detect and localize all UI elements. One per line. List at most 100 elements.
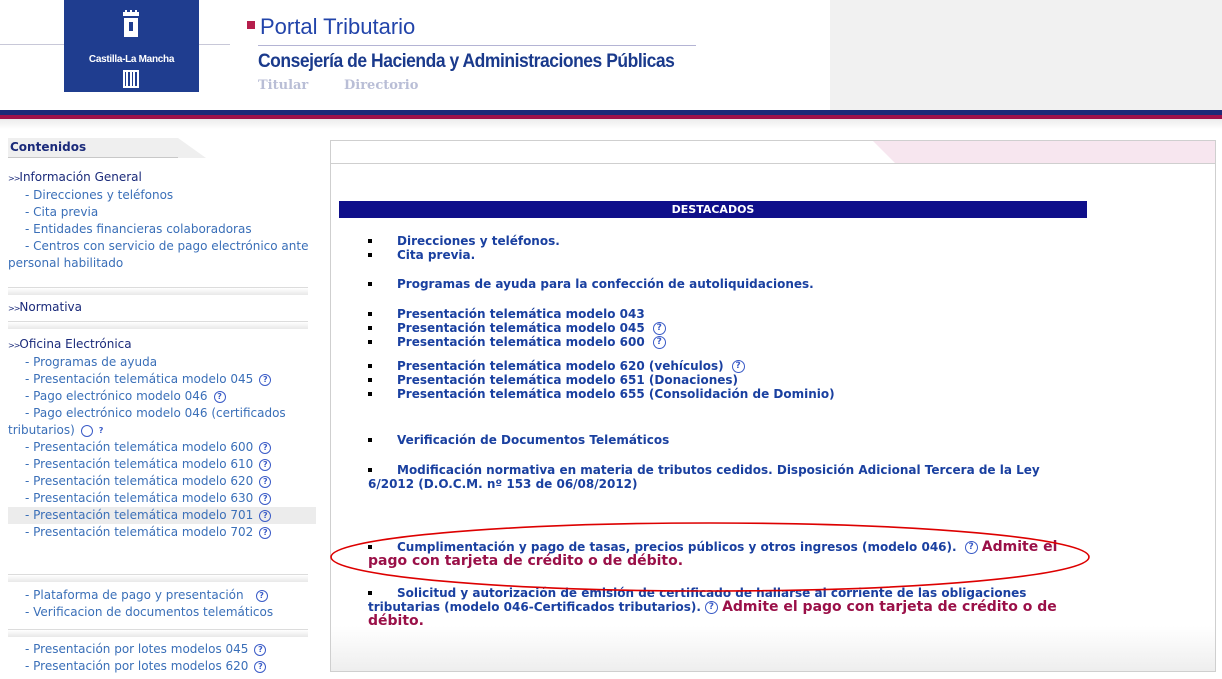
help-icon[interactable]: ? [652, 336, 666, 349]
sidebar-item-programas-ayuda[interactable]: - Programas de ayuda [8, 354, 316, 371]
main-panel-tab [873, 141, 1215, 163]
help-icon[interactable]: ? [259, 458, 272, 471]
portal-title-block: Portal Tributario [247, 14, 415, 40]
sidebar-item-cita-previa[interactable]: - Cita previa [8, 204, 316, 221]
link-modificacion-normativa[interactable]: Modificación normativa en materia de tri… [351, 463, 1088, 491]
help-icon[interactable]: ? [259, 373, 272, 386]
bullet [368, 468, 372, 472]
double-chevron-icon: >> [8, 304, 20, 313]
destacados-header: DESTACADOS [339, 201, 1087, 218]
sidebar-separator [8, 629, 308, 637]
link-direcciones[interactable]: Direcciones y teléfonos. [397, 234, 560, 248]
double-chevron-icon: >> [8, 174, 20, 183]
help-icon[interactable]: ? [704, 601, 718, 614]
main-panel-tab-line [331, 163, 1215, 164]
link-modelo-620[interactable]: Presentación telemática modelo 620 (vehí… [397, 359, 724, 373]
bullet [368, 253, 372, 257]
portal-title[interactable]: Portal Tributario [260, 14, 415, 39]
bullet [368, 364, 372, 368]
main-panel-bottom-shade [331, 626, 1215, 671]
sidebar-separator [8, 574, 308, 582]
sidebar-item-entidades[interactable]: - Entidades financieras colaboradoras [8, 221, 316, 238]
bullet [368, 438, 372, 442]
sidebar-item-modelo-045[interactable]: - Presentación telemática modelo 045? [8, 371, 316, 388]
sidebar-group-plataforma: - Plataforma de pago y presentación? - V… [8, 587, 316, 621]
sidebar-group-informacion-general: >>Información General - Direcciones y te… [8, 169, 316, 272]
bullet [368, 392, 372, 396]
sidebar-item-modelo-600[interactable]: - Presentación telemática modelo 600? [8, 439, 316, 456]
bullet [368, 326, 372, 330]
link-verificacion[interactable]: Verificación de Documentos Telemáticos [397, 433, 669, 447]
sidebar-item-verificacion[interactable]: - Verificacion de documentos telemáticos [8, 604, 316, 621]
sidebar-item-plataforma-pago[interactable]: - Plataforma de pago y presentación? [8, 587, 316, 604]
bullet [368, 282, 372, 286]
sidebar-item-modelo-701[interactable]: - Presentación telemática modelo 701? [8, 507, 316, 524]
sidebar-item-lotes-045[interactable]: - Presentación por lotes modelos 045? [8, 641, 316, 658]
help-icon[interactable]: ? [259, 509, 272, 522]
link-modelo-651[interactable]: Presentación telemática modelo 651 (Dona… [397, 373, 738, 387]
link-modelo-600[interactable]: Presentación telemática modelo 600 [397, 335, 645, 349]
sidebar-heading-label: Oficina Electrónica [19, 337, 132, 351]
sidebar-item-label: - Plataforma de pago y presentación [25, 588, 244, 602]
sidebar: Contenidos >>Información General - Direc… [8, 138, 316, 679]
link-programas-ayuda[interactable]: Programas de ayuda para la confección de… [397, 277, 814, 291]
sidebar-item-pago-046-certificados[interactable]: - Pago electrónico modelo 046 (certifica… [8, 405, 288, 439]
title-underline [258, 45, 696, 46]
list-item: Modificación normativa en materia de tri… [368, 463, 1088, 491]
sidebar-item-label: - Presentación telemática modelo 610 [25, 457, 254, 471]
link-cita-previa[interactable]: Cita previa. [397, 248, 475, 262]
double-chevron-icon: >> [8, 341, 20, 350]
department-title: Consejería de Hacienda y Administracione… [258, 51, 675, 72]
barcode-mark-icon [123, 70, 139, 88]
help-icon[interactable]: ? [652, 322, 666, 335]
help-icon[interactable]: ? [213, 390, 226, 403]
sidebar-group-oficina-electronica: >>Oficina Electrónica - Programas de ayu… [8, 336, 316, 541]
sidebar-title-tab: Contenidos [8, 138, 206, 158]
title-bullet-icon [247, 21, 255, 29]
help-icon[interactable]: ? [255, 589, 268, 602]
sidebar-heading[interactable]: >>Normativa [8, 299, 316, 317]
sidebar-heading-label: Normativa [19, 300, 82, 314]
help-icon[interactable]: ? [80, 424, 103, 437]
help-icon[interactable]: ? [259, 526, 272, 539]
sidebar-item-label: - Presentación por lotes modelos 620 [25, 659, 249, 673]
bullet [368, 239, 372, 243]
nav-link-titular[interactable]: Titular [258, 78, 308, 93]
sidebar-item-label: - Presentación telemática modelo 701 [25, 508, 254, 522]
link-modelo-045[interactable]: Presentación telemática modelo 045 [397, 321, 645, 335]
header-band-shadow [0, 119, 1222, 129]
help-icon[interactable]: ? [259, 492, 272, 505]
link-modelo-655[interactable]: Presentación telemática modelo 655 (Cons… [397, 387, 835, 401]
sidebar-item-modelo-702[interactable]: - Presentación telemática modelo 702? [8, 524, 316, 541]
help-icon[interactable]: ? [254, 643, 267, 656]
sidebar-separator [8, 321, 308, 329]
sidebar-title: Contenidos [10, 140, 87, 154]
header-right-background [830, 0, 1222, 110]
help-icon[interactable]: ? [259, 441, 272, 454]
sidebar-item-pago-046[interactable]: - Pago electrónico modelo 046? [8, 388, 316, 405]
sidebar-heading[interactable]: >>Información General [8, 169, 316, 187]
bullet [368, 378, 372, 382]
help-icon[interactable]: ? [254, 660, 267, 673]
sidebar-item-label: - Pago electrónico modelo 046 (certifica… [8, 406, 286, 437]
help-icon[interactable]: ? [731, 360, 745, 373]
sidebar-group-lotes: - Presentación por lotes modelos 045? - … [8, 641, 316, 675]
sidebar-item-label: - Presentación telemática modelo 045 [25, 372, 254, 386]
sidebar-separator [8, 287, 308, 295]
bullet [368, 312, 372, 316]
sidebar-heading[interactable]: >>Oficina Electrónica [8, 336, 316, 354]
sidebar-group-normativa: >>Normativa [8, 299, 316, 317]
sidebar-item-modelo-630[interactable]: - Presentación telemática modelo 630? [8, 490, 316, 507]
link-modelo-043[interactable]: Presentación telemática modelo 043 [397, 307, 645, 321]
crown-castle-icon [123, 10, 139, 37]
castilla-la-mancha-logo[interactable]: Castilla-La Mancha [64, 0, 199, 92]
help-icon[interactable]: ? [259, 475, 272, 488]
nav-link-directorio[interactable]: Directorio [344, 78, 418, 93]
sidebar-heading-label: Información General [19, 170, 142, 184]
sidebar-item-modelo-620[interactable]: - Presentación telemática modelo 620? [8, 473, 316, 490]
sidebar-item-modelo-610[interactable]: - Presentación telemática modelo 610? [8, 456, 316, 473]
sidebar-item-centros[interactable]: - Centros con servicio de pago electróni… [8, 238, 316, 272]
sidebar-item-lotes-620[interactable]: - Presentación por lotes modelos 620? [8, 658, 316, 675]
sidebar-item-direcciones[interactable]: - Direcciones y teléfonos [8, 187, 316, 204]
sidebar-item-label: - Presentación telemática modelo 620 [25, 474, 254, 488]
